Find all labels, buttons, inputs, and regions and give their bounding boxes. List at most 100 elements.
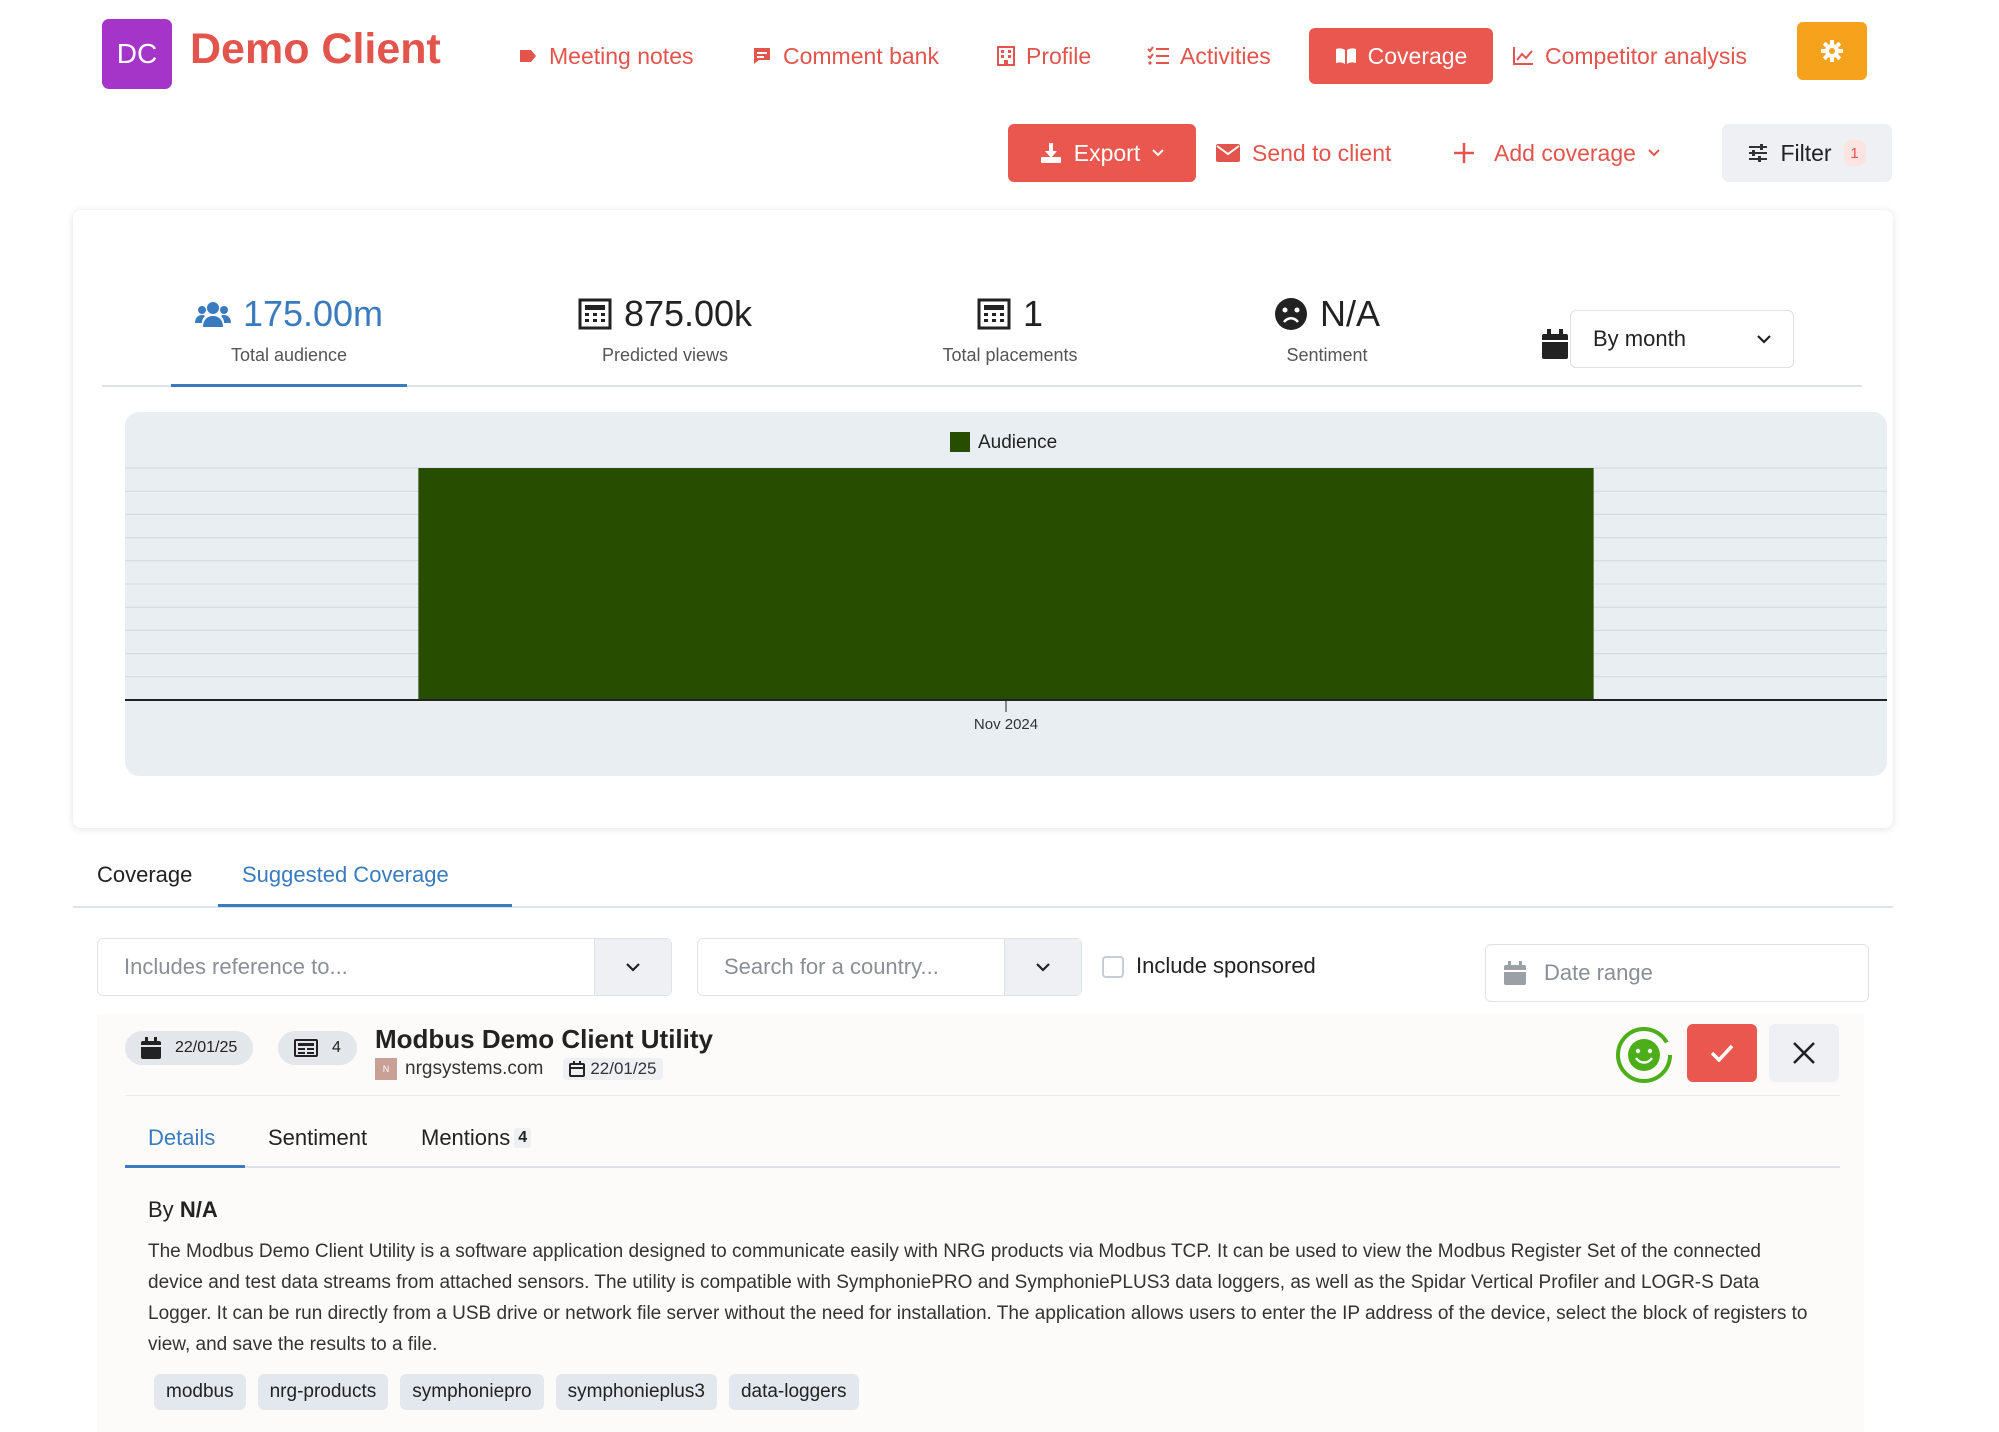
item-header-divider: [125, 1095, 1840, 1096]
list-check-icon: [1147, 46, 1169, 65]
source-favicon: N: [375, 1058, 397, 1080]
tag-chip[interactable]: symphonieplus3: [555, 1374, 717, 1410]
smile-icon: [1628, 1039, 1660, 1071]
active-stat-underline: [171, 384, 407, 387]
item-description: The Modbus Demo Client Utility is a soft…: [148, 1241, 1808, 1355]
reference-dropdown-toggle[interactable]: [594, 939, 671, 995]
send-to-client-button[interactable]: Send to client: [1216, 124, 1391, 182]
published-date-chip: 22/01/25: [563, 1058, 663, 1080]
source-domain[interactable]: nrgsystems.com: [405, 1058, 543, 1080]
item-tab-mentions[interactable]: Mentions 4: [421, 1125, 532, 1151]
item-tab-label: Details: [148, 1125, 216, 1150]
stat-total-placements[interactable]: 1 Total placements: [915, 293, 1105, 366]
byline: By N/A: [148, 1197, 218, 1223]
tag-chip[interactable]: nrg-products: [257, 1374, 389, 1410]
item-source: N nrgsystems.com 22/01/25: [375, 1058, 663, 1080]
reference-select[interactable]: Includes reference to...: [97, 938, 672, 996]
active-item-tab-underline: [125, 1165, 245, 1168]
calendar-icon: [141, 1037, 161, 1059]
stat-predicted-views[interactable]: 875.00k Predicted views: [555, 293, 775, 366]
x-tick-label: Nov 2024: [974, 716, 1038, 733]
date-range-placeholder: Date range: [1544, 960, 1653, 985]
chart-bar: [418, 468, 1594, 700]
filter-label: Filter: [1780, 139, 1832, 166]
item-tabs-divider: [125, 1166, 1840, 1168]
item-tab-details[interactable]: Details: [148, 1125, 215, 1151]
include-sponsored-checkbox[interactable]: [1102, 956, 1124, 978]
item-count-pill: 4: [278, 1031, 357, 1065]
legend-swatch: [950, 432, 970, 452]
close-icon: [1793, 1042, 1815, 1064]
download-icon: [1040, 143, 1061, 163]
include-sponsored-label[interactable]: Include sponsored: [1136, 953, 1316, 979]
tag-icon: [520, 50, 536, 62]
stat-value: 1: [1022, 293, 1044, 334]
book-open-icon: [1335, 48, 1356, 64]
gear-icon: [1821, 40, 1843, 62]
settings-button[interactable]: [1797, 22, 1867, 80]
add-coverage-button[interactable]: Add coverage: [1452, 124, 1660, 182]
filter-count-badge: 1: [1843, 140, 1866, 166]
tab-suggested-coverage[interactable]: Suggested Coverage: [242, 862, 449, 888]
stat-label: Total audience: [230, 345, 348, 365]
client-logo: DC: [102, 19, 172, 89]
calendar-icon: [569, 1061, 586, 1077]
country-select[interactable]: Search for a country...: [697, 938, 1082, 996]
chevron-down-icon: [1648, 149, 1660, 157]
tag-chip[interactable]: symphoniepro: [400, 1374, 544, 1410]
nav-label: Profile: [1026, 42, 1092, 69]
item-count-value: 4: [332, 1039, 341, 1056]
nav-label: Comment bank: [783, 42, 939, 69]
nav-meeting-notes[interactable]: Meeting notes: [494, 28, 717, 84]
stat-label: Total placements: [942, 345, 1078, 365]
reject-button[interactable]: [1769, 1024, 1839, 1082]
sliders-icon: [1749, 144, 1768, 162]
send-label: Send to client: [1252, 139, 1392, 166]
nav-label: Meeting notes: [549, 42, 694, 69]
chevron-down-icon: [626, 962, 640, 972]
country-dropdown-toggle[interactable]: [1004, 939, 1081, 995]
period-label: By month: [1593, 326, 1686, 351]
nav-label: Competitor analysis: [1545, 42, 1747, 69]
tag-chip[interactable]: data-loggers: [728, 1374, 859, 1410]
date-range-input[interactable]: Date range: [1485, 944, 1869, 1002]
nav-profile[interactable]: Profile: [973, 28, 1115, 84]
check-icon: [1710, 1044, 1734, 1062]
chevron-down-icon: [1152, 149, 1164, 157]
stat-sentiment[interactable]: N/A Sentiment: [1247, 293, 1407, 366]
positive-sentiment-indicator[interactable]: [1614, 1025, 1674, 1085]
nav-coverage[interactable]: Coverage: [1309, 28, 1493, 84]
client-name[interactable]: Demo Client: [190, 25, 441, 74]
tag-chip[interactable]: modbus: [154, 1374, 246, 1410]
audience-chart: Audience Nov 2024: [125, 412, 1887, 776]
stat-label: Sentiment: [1286, 345, 1368, 365]
country-placeholder: Search for a country...: [724, 954, 939, 979]
building-icon: [997, 46, 1015, 66]
legend-label: Audience: [978, 432, 1057, 453]
nav-activities[interactable]: Activities: [1123, 28, 1295, 84]
author: N/A: [179, 1197, 218, 1222]
filter-button[interactable]: Filter 1: [1722, 124, 1892, 182]
byline-prefix: By: [148, 1197, 174, 1222]
plus-icon: [1454, 143, 1474, 163]
nav-comment-bank[interactable]: Comment bank: [728, 28, 963, 84]
chevron-down-icon: [1036, 962, 1050, 972]
calendar-icon: [1504, 961, 1526, 985]
tab-coverage[interactable]: Coverage: [97, 862, 192, 888]
stat-total-audience[interactable]: 175.00m Total audience: [171, 293, 407, 366]
period-select[interactable]: By month: [1570, 310, 1794, 368]
newspaper-icon: [294, 1039, 318, 1057]
export-button[interactable]: Export: [1008, 124, 1196, 182]
suggested-item-card: [97, 1014, 1864, 1432]
export-label: Export: [1073, 139, 1141, 166]
chart-line-icon: [1513, 47, 1533, 65]
accept-button[interactable]: [1687, 1024, 1757, 1082]
item-title[interactable]: Modbus Demo Client Utility: [375, 1024, 713, 1055]
newspaper-icon: [977, 298, 1011, 330]
add-coverage-label: Add coverage: [1494, 139, 1636, 166]
item-tab-label: Mentions: [421, 1125, 511, 1150]
newspaper-icon: [578, 298, 612, 330]
stat-value: N/A: [1319, 293, 1380, 334]
item-tab-sentiment[interactable]: Sentiment: [268, 1125, 367, 1151]
nav-competitor-analysis[interactable]: Competitor analysis: [1488, 28, 1771, 84]
